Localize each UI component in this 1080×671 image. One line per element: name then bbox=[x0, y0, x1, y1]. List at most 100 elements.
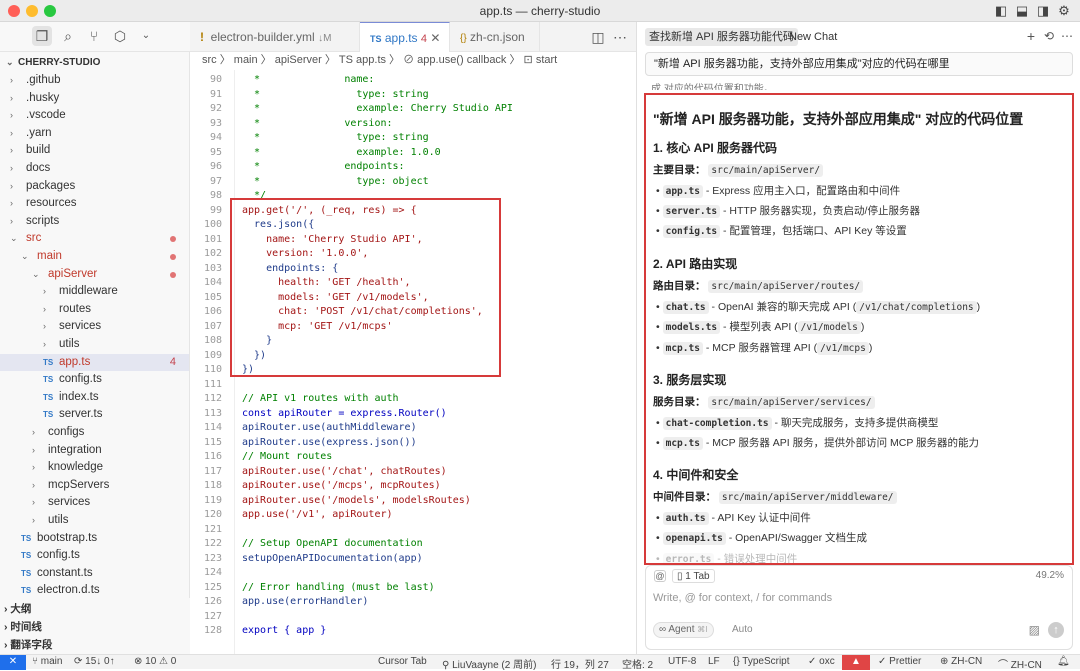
layout-icon[interactable]: ◨ bbox=[1035, 3, 1051, 19]
section-translation[interactable]: › 翻译字段 bbox=[4, 637, 52, 652]
tree-item-src[interactable]: ⌄ src bbox=[0, 230, 189, 248]
code-line[interactable]: * example: 1.0.0 bbox=[242, 147, 441, 158]
code-line[interactable]: * example: Cherry Studio API bbox=[242, 103, 513, 114]
brand-logo-icon[interactable]: ▲ bbox=[842, 655, 870, 670]
tree-item-resources[interactable]: › resources bbox=[0, 195, 189, 213]
code-line[interactable]: * name: bbox=[242, 74, 374, 85]
notifications-bell-icon[interactable]: 🔔︎ bbox=[1057, 656, 1070, 667]
cursor-tab-status[interactable]: Cursor Tab bbox=[378, 656, 427, 667]
tree-item-knowledge[interactable]: › knowledge bbox=[0, 459, 189, 477]
section-timeline[interactable]: › 时间线 bbox=[4, 619, 42, 634]
tree-item-services[interactable]: › services bbox=[0, 494, 189, 512]
code-line[interactable]: res.json({ bbox=[242, 219, 314, 230]
oxc-status[interactable]: ✓ oxc bbox=[808, 656, 835, 667]
tree-item-scripts[interactable]: › scripts bbox=[0, 213, 189, 231]
tree-item-main[interactable]: ⌄ main bbox=[0, 248, 189, 266]
code-editor[interactable]: 90 * name: 91 * type: string 92 * example:… bbox=[190, 70, 636, 654]
more-actions-icon[interactable]: ⋯ bbox=[610, 27, 630, 47]
extensions-icon[interactable]: ⬡ bbox=[110, 26, 130, 46]
tree-item-middleware[interactable]: › middleware bbox=[0, 283, 189, 301]
tree-item-app-ts[interactable]: TS app.ts 4 bbox=[0, 353, 189, 372]
prettier-status[interactable]: ✓ Prettier bbox=[878, 656, 921, 667]
tab-app-ts[interactable]: TS app.ts 4 ✕ bbox=[360, 22, 450, 52]
code-line[interactable]: apiRouter.use(authMiddleware) bbox=[242, 422, 417, 433]
language-mode[interactable]: {} TypeScript bbox=[733, 656, 790, 667]
chat-tab-new[interactable]: New Chat bbox=[785, 28, 841, 46]
files-icon[interactable]: ❐ bbox=[32, 26, 52, 46]
tree-item-utils[interactable]: › utils bbox=[0, 336, 189, 354]
tree-item-config-ts[interactable]: TS config.ts bbox=[0, 371, 189, 389]
code-line[interactable]: * version: bbox=[242, 118, 392, 129]
input-language-1[interactable]: ⊕ ZH-CN bbox=[940, 656, 982, 667]
tree-item-docs[interactable]: › docs bbox=[0, 160, 189, 178]
tree-item-mcpservers[interactable]: › mcpServers bbox=[0, 477, 189, 495]
explorer-root[interactable]: ⌄ CHERRY-STUDIO bbox=[0, 54, 189, 72]
history-icon[interactable]: ⟲ bbox=[1039, 26, 1059, 46]
section-outline[interactable]: › 大纲 bbox=[4, 601, 31, 616]
code-line[interactable]: app.get('/', (_req, res) => { bbox=[242, 205, 417, 216]
toggle-panel-icon[interactable]: ⬓ bbox=[1014, 3, 1030, 19]
tree-item-build[interactable]: › build bbox=[0, 142, 189, 160]
chat-tab-current[interactable]: 查找新增 API 服务器功能代码 bbox=[645, 28, 798, 46]
tree-item-bootstrap-ts[interactable]: TS bootstrap.ts bbox=[0, 530, 189, 548]
eol-status[interactable]: LF bbox=[708, 656, 720, 667]
code-line[interactable]: const apiRouter = express.Router() bbox=[242, 408, 447, 419]
tree-item-integration[interactable]: › integration bbox=[0, 442, 189, 460]
tree-item-routes[interactable]: › routes bbox=[0, 301, 189, 319]
tree-item-packages[interactable]: › packages bbox=[0, 178, 189, 196]
tree-item-vscode[interactable]: › .vscode bbox=[0, 107, 189, 125]
code-line[interactable]: */ bbox=[242, 190, 266, 201]
send-button[interactable]: ↑ bbox=[1048, 622, 1064, 638]
code-line[interactable]: chat: 'POST /v1/chat/completions', bbox=[242, 306, 483, 317]
code-line[interactable]: apiRouter.use('/mcps', mcpRoutes) bbox=[242, 480, 441, 491]
split-editor-icon[interactable]: ◫ bbox=[588, 27, 608, 47]
close-tab-icon[interactable]: ✕ bbox=[430, 31, 440, 45]
context-chip[interactable]: ▯ 1 Tab bbox=[672, 569, 715, 583]
code-line[interactable]: // Error handling (must be last) bbox=[242, 582, 435, 593]
tree-item-services[interactable]: › services bbox=[0, 318, 189, 336]
agent-mode-button[interactable]: ∞ Agent ⌘I bbox=[653, 622, 714, 638]
code-line[interactable]: name: 'Cherry Studio API', bbox=[242, 234, 423, 245]
code-line[interactable]: models: 'GET /v1/models', bbox=[242, 292, 429, 303]
tree-item-utils[interactable]: › utils bbox=[0, 512, 189, 530]
code-line[interactable]: app.use(errorHandler) bbox=[242, 596, 368, 607]
code-line[interactable]: // API v1 routes with auth bbox=[242, 393, 399, 404]
chat-input[interactable]: Write, @ for context, / for commands bbox=[653, 592, 832, 604]
tree-item-github[interactable]: › .github bbox=[0, 72, 189, 90]
settings-gear-icon[interactable]: ⚙ bbox=[1056, 3, 1072, 19]
tab-electron-builder[interactable]: ! electron-builder.yml ↓M bbox=[190, 22, 360, 52]
add-chat-icon[interactable]: + bbox=[1021, 26, 1041, 46]
tree-item-index-ts[interactable]: TS index.ts bbox=[0, 389, 189, 407]
code-line[interactable]: // Mount routes bbox=[242, 451, 332, 462]
tree-item-apiserver[interactable]: ⌄ apiServer bbox=[0, 266, 189, 284]
search-icon[interactable]: ⌕ bbox=[58, 26, 78, 46]
code-line[interactable]: * type: string bbox=[242, 89, 429, 100]
code-line[interactable]: version: '1.0.0', bbox=[242, 248, 368, 259]
code-line[interactable]: app.use('/v1', apiRouter) bbox=[242, 509, 393, 520]
tab-zh-cn-json[interactable]: {} zh-cn.json bbox=[450, 22, 540, 52]
tree-item-server-ts[interactable]: TS server.ts bbox=[0, 406, 189, 424]
code-line[interactable]: apiRouter.use('/chat', chatRoutes) bbox=[242, 466, 447, 477]
code-line[interactable]: * endpoints: bbox=[242, 161, 405, 172]
chevron-down-icon[interactable]: ⌄ bbox=[136, 26, 156, 46]
model-select[interactable]: Auto bbox=[732, 624, 753, 635]
tree-item-configs[interactable]: › configs bbox=[0, 424, 189, 442]
code-line[interactable]: mcp: 'GET /v1/mcps' bbox=[242, 321, 392, 332]
code-line[interactable]: * type: string bbox=[242, 132, 429, 143]
more-options-icon[interactable]: ⋯ bbox=[1057, 26, 1077, 46]
encoding-status[interactable]: UTF-8 bbox=[668, 656, 696, 667]
tree-item-constant-ts[interactable]: TS constant.ts bbox=[0, 565, 189, 583]
remote-icon[interactable]: ✕ bbox=[0, 655, 26, 670]
branch-status[interactable]: ⑂ main bbox=[32, 656, 62, 667]
code-line[interactable]: setupOpenAPIDocumentation(app) bbox=[242, 553, 423, 564]
code-line[interactable]: apiRouter.use(express.json()) bbox=[242, 437, 417, 448]
sync-status[interactable]: ⟳ 15↓ 0↑ bbox=[74, 656, 115, 667]
toggle-sidebar-icon[interactable]: ◧ bbox=[993, 3, 1009, 19]
breadcrumb[interactable]: src 〉 main 〉 apiServer 〉 TS app.ts 〉 ⊘ a… bbox=[190, 52, 636, 69]
code-line[interactable]: export { app } bbox=[242, 625, 326, 636]
image-icon[interactable]: ▨ bbox=[1029, 623, 1040, 637]
code-line[interactable]: apiRouter.use('/models', modelsRoutes) bbox=[242, 495, 471, 506]
mention-icon[interactable]: @ bbox=[654, 570, 666, 582]
source-control-icon[interactable]: ⑂ bbox=[84, 26, 104, 46]
code-line[interactable]: endpoints: { bbox=[242, 263, 338, 274]
